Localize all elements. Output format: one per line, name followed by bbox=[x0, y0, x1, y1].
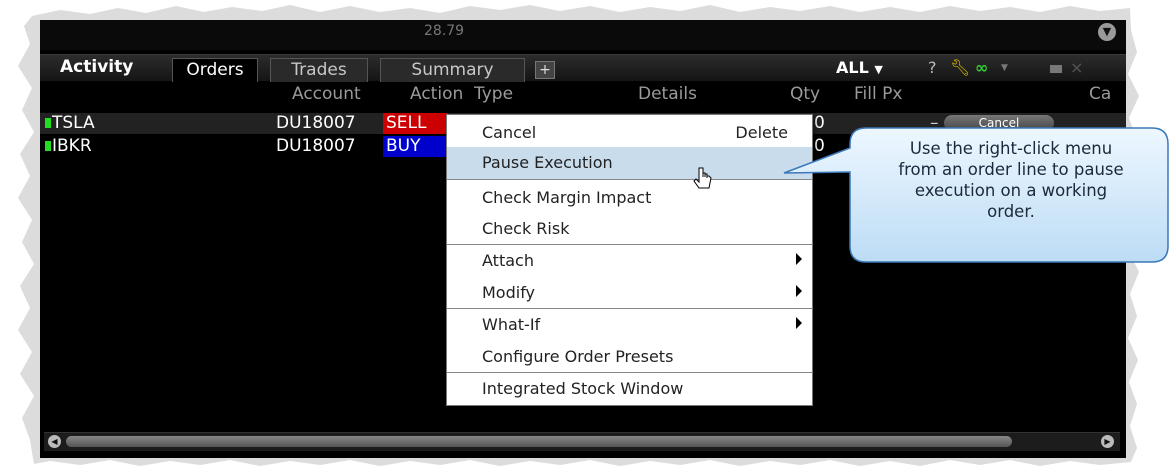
filter-label: ALL bbox=[836, 58, 869, 77]
status-indicator bbox=[45, 118, 51, 128]
menu-separator bbox=[447, 179, 812, 180]
menu-item-integrated-stock-window[interactable]: Integrated Stock Window bbox=[447, 373, 812, 405]
chevron-down-icon: ▼ bbox=[874, 63, 883, 76]
col-details[interactable]: Details bbox=[638, 84, 697, 104]
activity-title: Activity bbox=[60, 57, 134, 77]
qty-cell: 0 bbox=[814, 136, 825, 156]
top-strip-number: 28.79 bbox=[424, 23, 465, 39]
tab-summary-label: Summary bbox=[411, 60, 494, 80]
close-icon[interactable]: × bbox=[1070, 58, 1083, 77]
horizontal-scrollbar[interactable]: ◀ ▶ bbox=[44, 432, 1120, 451]
symbol-cell: TSLA bbox=[52, 113, 95, 133]
menu-item-what-if[interactable]: What-If bbox=[447, 309, 812, 341]
link-icon[interactable]: ∞ bbox=[975, 58, 988, 77]
help-button[interactable]: ? bbox=[928, 58, 937, 77]
filter-dropdown[interactable]: ALL ▼ bbox=[836, 58, 883, 77]
minimize-icon[interactable] bbox=[1050, 65, 1062, 73]
scroll-down-icon[interactable]: ▼ bbox=[1098, 23, 1116, 41]
col-fill-px[interactable]: Fill Px bbox=[854, 84, 902, 104]
col-account[interactable]: Account bbox=[292, 84, 361, 104]
scroll-right-icon[interactable]: ▶ bbox=[1101, 435, 1114, 448]
col-qty[interactable]: Qty bbox=[790, 84, 820, 104]
tab-trades[interactable]: Trades bbox=[270, 58, 368, 82]
tab-bar: Activity Orders Trades Summary + ALL ▼ ?… bbox=[40, 54, 1126, 82]
menu-item-label: Modify bbox=[482, 283, 536, 302]
submenu-arrow-icon bbox=[796, 317, 802, 329]
menu-item-attach[interactable]: Attach bbox=[447, 245, 812, 277]
menu-item-label: Integrated Stock Window bbox=[482, 379, 684, 398]
menu-item-label: Cancel bbox=[482, 123, 537, 142]
callout-line: order. bbox=[987, 202, 1035, 221]
account-cell: DU18007 bbox=[276, 136, 356, 156]
col-type[interactable]: Type bbox=[474, 84, 513, 104]
add-tab-button[interactable]: + bbox=[535, 61, 555, 79]
context-menu: Cancel Delete Pause Execution Check Marg… bbox=[446, 114, 813, 406]
tab-summary[interactable]: Summary bbox=[380, 58, 525, 82]
menu-item-shortcut: Delete bbox=[735, 123, 788, 142]
menu-item-label: Configure Order Presets bbox=[482, 347, 674, 366]
menu-item-modify[interactable]: Modify bbox=[447, 277, 812, 309]
menu-item-label: Check Risk bbox=[482, 219, 570, 238]
callout-line: from an order line to pause bbox=[898, 160, 1124, 179]
menu-item-check-margin-impact[interactable]: Check Margin Impact bbox=[447, 182, 812, 214]
menu-item-check-risk[interactable]: Check Risk bbox=[447, 213, 812, 245]
status-indicator bbox=[45, 141, 51, 151]
account-cell: DU18007 bbox=[276, 113, 356, 133]
callout-line: execution on a working bbox=[914, 181, 1108, 200]
submenu-arrow-icon bbox=[796, 285, 802, 297]
menu-item-label: Attach bbox=[482, 251, 534, 270]
col-action[interactable]: Action bbox=[410, 84, 463, 104]
scroll-left-icon[interactable]: ◀ bbox=[48, 435, 61, 448]
tab-orders[interactable]: Orders bbox=[172, 58, 258, 82]
tab-trades-label: Trades bbox=[291, 60, 347, 80]
menu-item-label: Pause Execution bbox=[482, 153, 613, 172]
action-cell: SELL bbox=[383, 113, 448, 134]
qty-cell: 0 bbox=[814, 113, 825, 133]
menu-item-label: What-If bbox=[482, 315, 541, 334]
cancel-order-button[interactable]: Cancel bbox=[944, 115, 1054, 131]
action-cell: BUY bbox=[383, 136, 448, 157]
symbol-cell: IBKR bbox=[52, 136, 92, 156]
callout-text: Use the right-click menu from an order l… bbox=[862, 138, 1160, 222]
scrollbar-thumb[interactable] bbox=[66, 436, 1012, 447]
column-header: Account Action Type Details Qty Fill Px … bbox=[40, 84, 1126, 106]
callout-line: Use the right-click menu bbox=[909, 139, 1113, 158]
top-strip: 28.79 ▼ bbox=[40, 20, 1126, 50]
col-cancel[interactable]: Ca bbox=[1089, 84, 1111, 104]
fill-px-cell: – bbox=[930, 113, 939, 133]
link-chevron-icon[interactable]: ▼ bbox=[1001, 63, 1008, 73]
tab-orders-label: Orders bbox=[186, 60, 244, 80]
wrench-icon[interactable]: 🔧︎ bbox=[950, 58, 970, 77]
menu-item-pause-execution[interactable]: Pause Execution bbox=[447, 147, 812, 179]
mouse-cursor-icon bbox=[693, 167, 712, 189]
submenu-arrow-icon bbox=[796, 253, 802, 265]
menu-item-cancel[interactable]: Cancel Delete bbox=[447, 117, 812, 149]
menu-item-configure-order-presets[interactable]: Configure Order Presets bbox=[447, 341, 812, 373]
menu-item-label: Check Margin Impact bbox=[482, 188, 652, 207]
